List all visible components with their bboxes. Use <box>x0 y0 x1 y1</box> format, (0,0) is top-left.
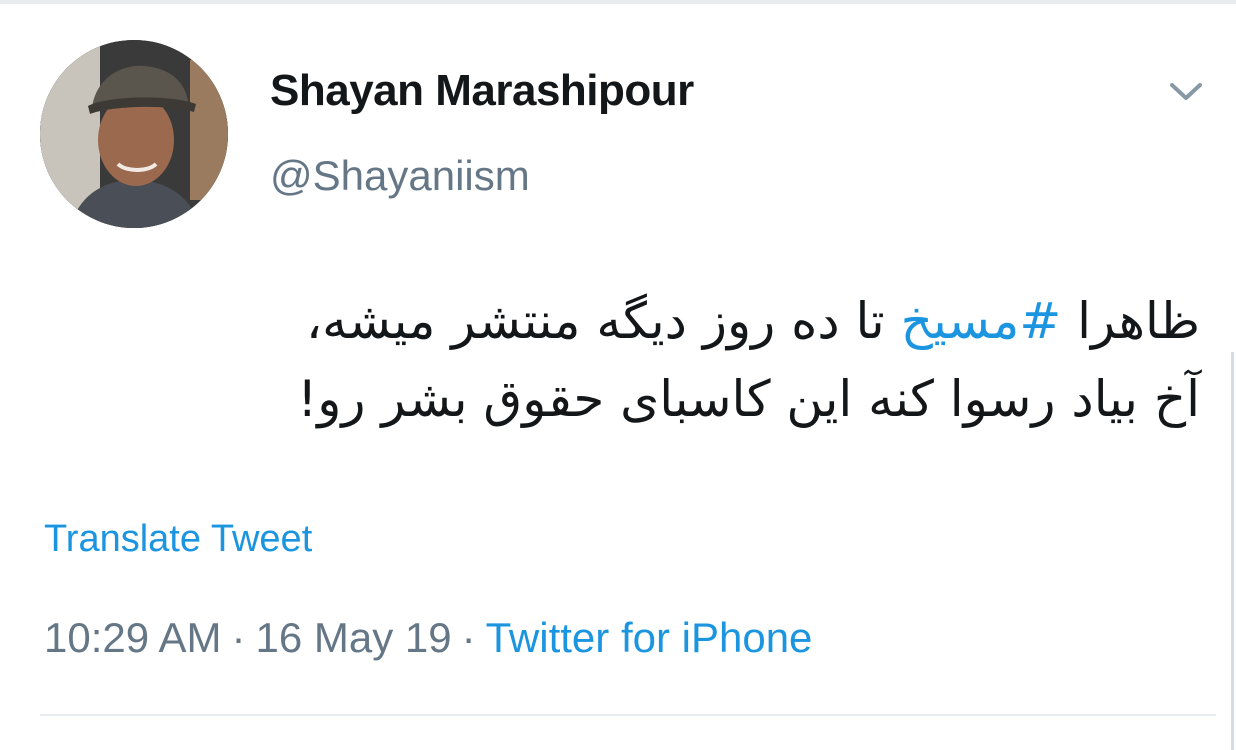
tweet-text-prefix: ظاهرا <box>1061 292 1200 350</box>
tweet-time: 10:29 AM <box>44 614 222 661</box>
author-handle[interactable]: @Shayaniism <box>270 152 530 200</box>
tweet-date: 16 May 19 <box>255 614 452 661</box>
tweet-card: Shayan Marashipour @Shayaniism ظاهرا #مس… <box>0 0 1236 750</box>
user-avatar-icon <box>40 40 228 228</box>
tweet-metadata: 10:29 AM · 16 May 19 · Twitter for iPhone <box>44 614 812 662</box>
tweet-text: ظاهرا #مسیخ تا ده روز دیگه منتشر میشه، آ… <box>40 282 1200 438</box>
meta-separator: · <box>231 614 246 661</box>
scrollbar[interactable] <box>1231 352 1234 750</box>
tweet-text-suffix: تا ده روز دیگه منتشر میشه، <box>305 292 901 350</box>
hashtag-link[interactable]: #مسیخ <box>901 292 1062 350</box>
translate-tweet-link[interactable]: Translate Tweet <box>44 518 312 561</box>
chevron-down-icon <box>1170 83 1202 100</box>
tweet-menu-button[interactable] <box>1166 76 1206 106</box>
bottom-divider <box>40 714 1216 716</box>
meta-separator: · <box>461 614 476 661</box>
author-display-name[interactable]: Shayan Marashipour <box>270 66 694 116</box>
tweet-text-line-2: آخ بیاد رسوا کنه این کاسبای حقوق بشر رو! <box>297 370 1200 428</box>
tweet-text-line-1: ظاهرا #مسیخ تا ده روز دیگه منتشر میشه، <box>40 282 1200 360</box>
avatar[interactable] <box>40 40 228 228</box>
tweet-source-link[interactable]: Twitter for iPhone <box>486 614 813 661</box>
